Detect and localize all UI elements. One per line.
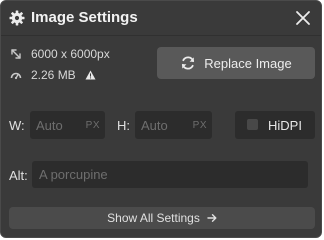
alt-text-placeholder: A porcupine bbox=[39, 167, 108, 182]
gear-icon bbox=[9, 10, 25, 26]
width-input[interactable]: Auto PX bbox=[30, 111, 105, 139]
arrow-right-icon bbox=[207, 214, 217, 222]
hidpi-toggle[interactable]: HiDPI bbox=[235, 111, 315, 139]
file-size-value: 2.26 MB bbox=[31, 68, 76, 82]
warning-icon bbox=[85, 70, 96, 80]
hidpi-checkbox[interactable] bbox=[247, 119, 258, 130]
width-unit: PX bbox=[85, 120, 100, 131]
image-dimensions: 6000 x 6000px bbox=[31, 47, 110, 61]
panel-header: Image Settings bbox=[1, 1, 321, 36]
show-all-settings-label: Show All Settings bbox=[107, 211, 200, 225]
refresh-icon bbox=[182, 56, 195, 70]
replace-image-label: Replace Image bbox=[204, 55, 292, 71]
close-icon[interactable] bbox=[293, 8, 313, 28]
image-settings-panel: Image Settings 6000 x 6000px 2.26 MB Rep… bbox=[0, 0, 322, 238]
gauge-icon bbox=[10, 72, 22, 80]
height-input[interactable]: Auto PX bbox=[135, 111, 212, 139]
file-size: 2.26 MB bbox=[31, 68, 96, 82]
width-label: W: bbox=[9, 118, 25, 133]
height-unit: PX bbox=[192, 120, 207, 131]
replace-image-button[interactable]: Replace Image bbox=[157, 47, 315, 79]
hidpi-label: HiDPI bbox=[268, 118, 302, 133]
alt-text-input[interactable]: A porcupine bbox=[32, 161, 308, 188]
height-value: Auto bbox=[141, 118, 168, 133]
alt-label: Alt: bbox=[9, 168, 28, 183]
height-label: H: bbox=[117, 118, 130, 133]
resize-arrows-icon bbox=[11, 49, 21, 59]
panel-title: Image Settings bbox=[31, 9, 138, 26]
width-value: Auto bbox=[36, 118, 63, 133]
show-all-settings-button[interactable]: Show All Settings bbox=[9, 207, 315, 229]
